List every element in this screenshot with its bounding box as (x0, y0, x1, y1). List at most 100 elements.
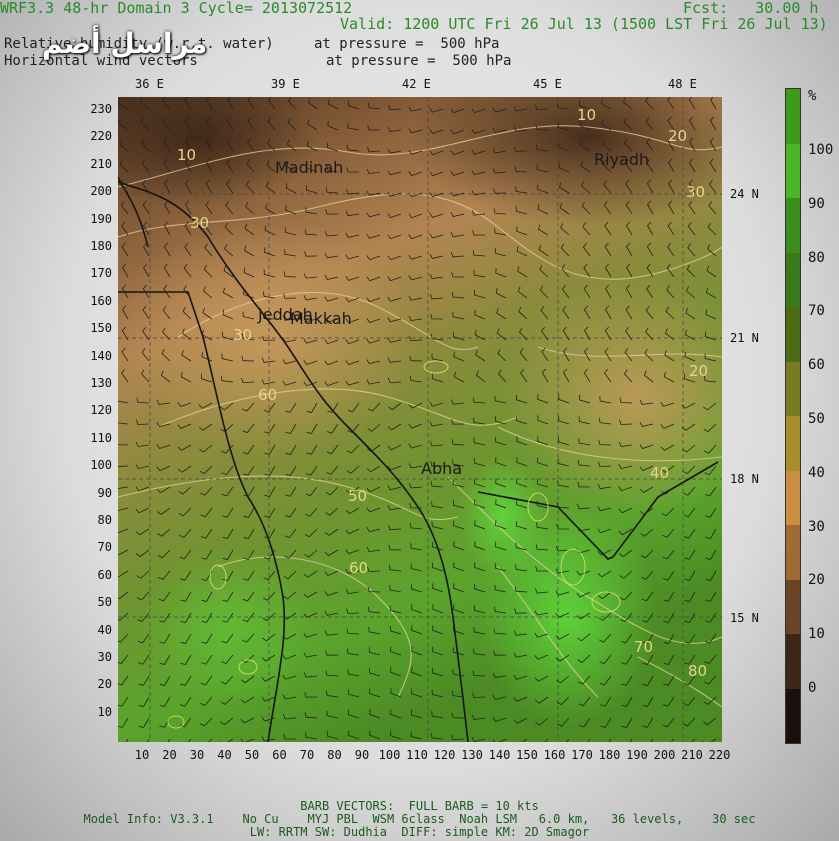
x-tick: 150 (516, 748, 538, 762)
colorbar-segment (786, 307, 800, 362)
y-tick: 230 (90, 102, 112, 116)
x-tick: 30 (189, 748, 205, 762)
y-tick: 30 (97, 650, 112, 664)
y-tick: 200 (90, 184, 112, 199)
colorbar-unit: % (808, 88, 817, 104)
x-tick: 170 (571, 748, 593, 762)
colorbar-segment (786, 579, 800, 634)
x-tick: 190 (626, 748, 648, 762)
y-tick: 90 (97, 485, 112, 500)
longitude-label: 48 E (668, 77, 697, 91)
colorbar-segment (786, 634, 800, 689)
relative-humidity-map (118, 97, 722, 742)
x-tick: 120 (433, 748, 456, 762)
y-tick: 130 (90, 376, 112, 390)
contour-value: 10 (577, 106, 597, 124)
city-label: Abha (421, 459, 463, 478)
contour-value: 80 (688, 662, 708, 680)
x-tick: 180 (598, 748, 621, 762)
colorbar-label: 70 (808, 303, 825, 320)
y-tick: 120 (90, 403, 112, 418)
latitude-label: 15 N (730, 611, 759, 625)
colorbar-label: 40 (808, 464, 825, 481)
longitude-label: 45 E (533, 77, 562, 91)
y-tick: 180 (90, 239, 112, 253)
contour-value: 20 (668, 127, 688, 145)
mid-region-west (118, 217, 418, 457)
colorbar-label: 80 (808, 249, 825, 266)
x-tick: 200 (653, 748, 676, 762)
contour-value: 30 (686, 183, 706, 201)
colorbar-segment (786, 361, 800, 416)
colorbar-label: 0 (808, 680, 817, 696)
x-tick: 210 (681, 748, 703, 762)
x-tick: 60 (272, 748, 287, 762)
city-label: Madinah (275, 158, 344, 177)
colorbar-segment (786, 688, 800, 743)
colorbar-label: 90 (808, 195, 825, 212)
forecast-hour: Fcst: 30.00 h (683, 0, 819, 17)
y-tick: 170 (90, 266, 112, 281)
x-tick: 90 (354, 748, 370, 762)
x-tick: 160 (543, 748, 566, 762)
y-tick: 110 (90, 430, 112, 445)
colorbar-segment (786, 416, 800, 471)
y-tick: 160 (90, 293, 112, 308)
field1-level: at pressure = 500 hPa (314, 36, 500, 52)
x-tick: 40 (217, 748, 232, 762)
x-tick: 20 (162, 748, 177, 762)
colorbar-segment (786, 525, 800, 580)
contour-value: 30 (233, 326, 253, 344)
colorbar-segment (786, 470, 800, 525)
colorbar-segment (786, 143, 800, 198)
latitude-label: 24 N (730, 187, 759, 201)
latitude-label: 18 N (730, 472, 759, 486)
colorbar-label: 60 (808, 357, 825, 374)
x-tick: 110 (406, 748, 428, 762)
colorbar-label: 100 (808, 142, 834, 158)
y-tick: 20 (97, 677, 112, 692)
x-tick: 130 (461, 748, 483, 762)
x-tick: 100 (378, 748, 401, 762)
y-tick: 220 (90, 129, 112, 144)
colorbar-label: 20 (808, 572, 825, 589)
colorbar-segment (786, 198, 800, 253)
contour-value: 40 (650, 464, 670, 482)
contour-value: 30 (190, 214, 210, 232)
y-tick: 80 (97, 513, 112, 527)
contour-value: 10 (177, 146, 197, 164)
contour-value: 60 (258, 386, 278, 404)
y-tick: 50 (97, 595, 112, 610)
contour-value: 20 (689, 362, 709, 380)
field2-level: at pressure = 500 hPa (326, 53, 512, 69)
longitude-label: 42 E (402, 77, 431, 91)
valid-time: Valid: 1200 UTC Fri 26 Jul 13 (1500 LST … (340, 15, 828, 33)
y-tick: 150 (90, 321, 112, 336)
model-title: WRF3.3 48-hr Domain 3 Cycle= 2013072512 (0, 0, 353, 17)
latitude-label: 21 N (730, 331, 759, 345)
footer-physics-info: LW: RRTM SW: Dudhia DIFF: simple KM: 2D … (249, 825, 590, 839)
longitude-label: 39 E (271, 77, 300, 91)
x-tick: 80 (327, 748, 342, 762)
y-tick: 10 (97, 704, 112, 719)
y-tick: 70 (97, 540, 112, 555)
y-tick: 190 (90, 211, 112, 226)
wet-region-sudan (138, 547, 318, 707)
x-tick: 50 (244, 748, 260, 762)
colorbar-label: 10 (808, 626, 825, 643)
city-label: Riyadh (594, 150, 650, 169)
y-tick: 40 (97, 622, 112, 637)
y-tick: 100 (90, 458, 112, 473)
colorbar-segment (786, 89, 800, 144)
city-label: Makkah (290, 309, 352, 328)
colorbar-segment (786, 252, 800, 307)
colorbar (785, 88, 801, 744)
x-tick: 140 (488, 748, 511, 762)
colorbar-label: 30 (808, 518, 825, 535)
contour-value: 50 (348, 487, 368, 505)
colorbar-label: 50 (808, 411, 825, 427)
y-tick: 210 (90, 156, 112, 171)
x-tick: 10 (134, 748, 150, 762)
y-tick: 60 (97, 567, 112, 582)
watermark-logo: مراسل أضم (42, 27, 208, 60)
